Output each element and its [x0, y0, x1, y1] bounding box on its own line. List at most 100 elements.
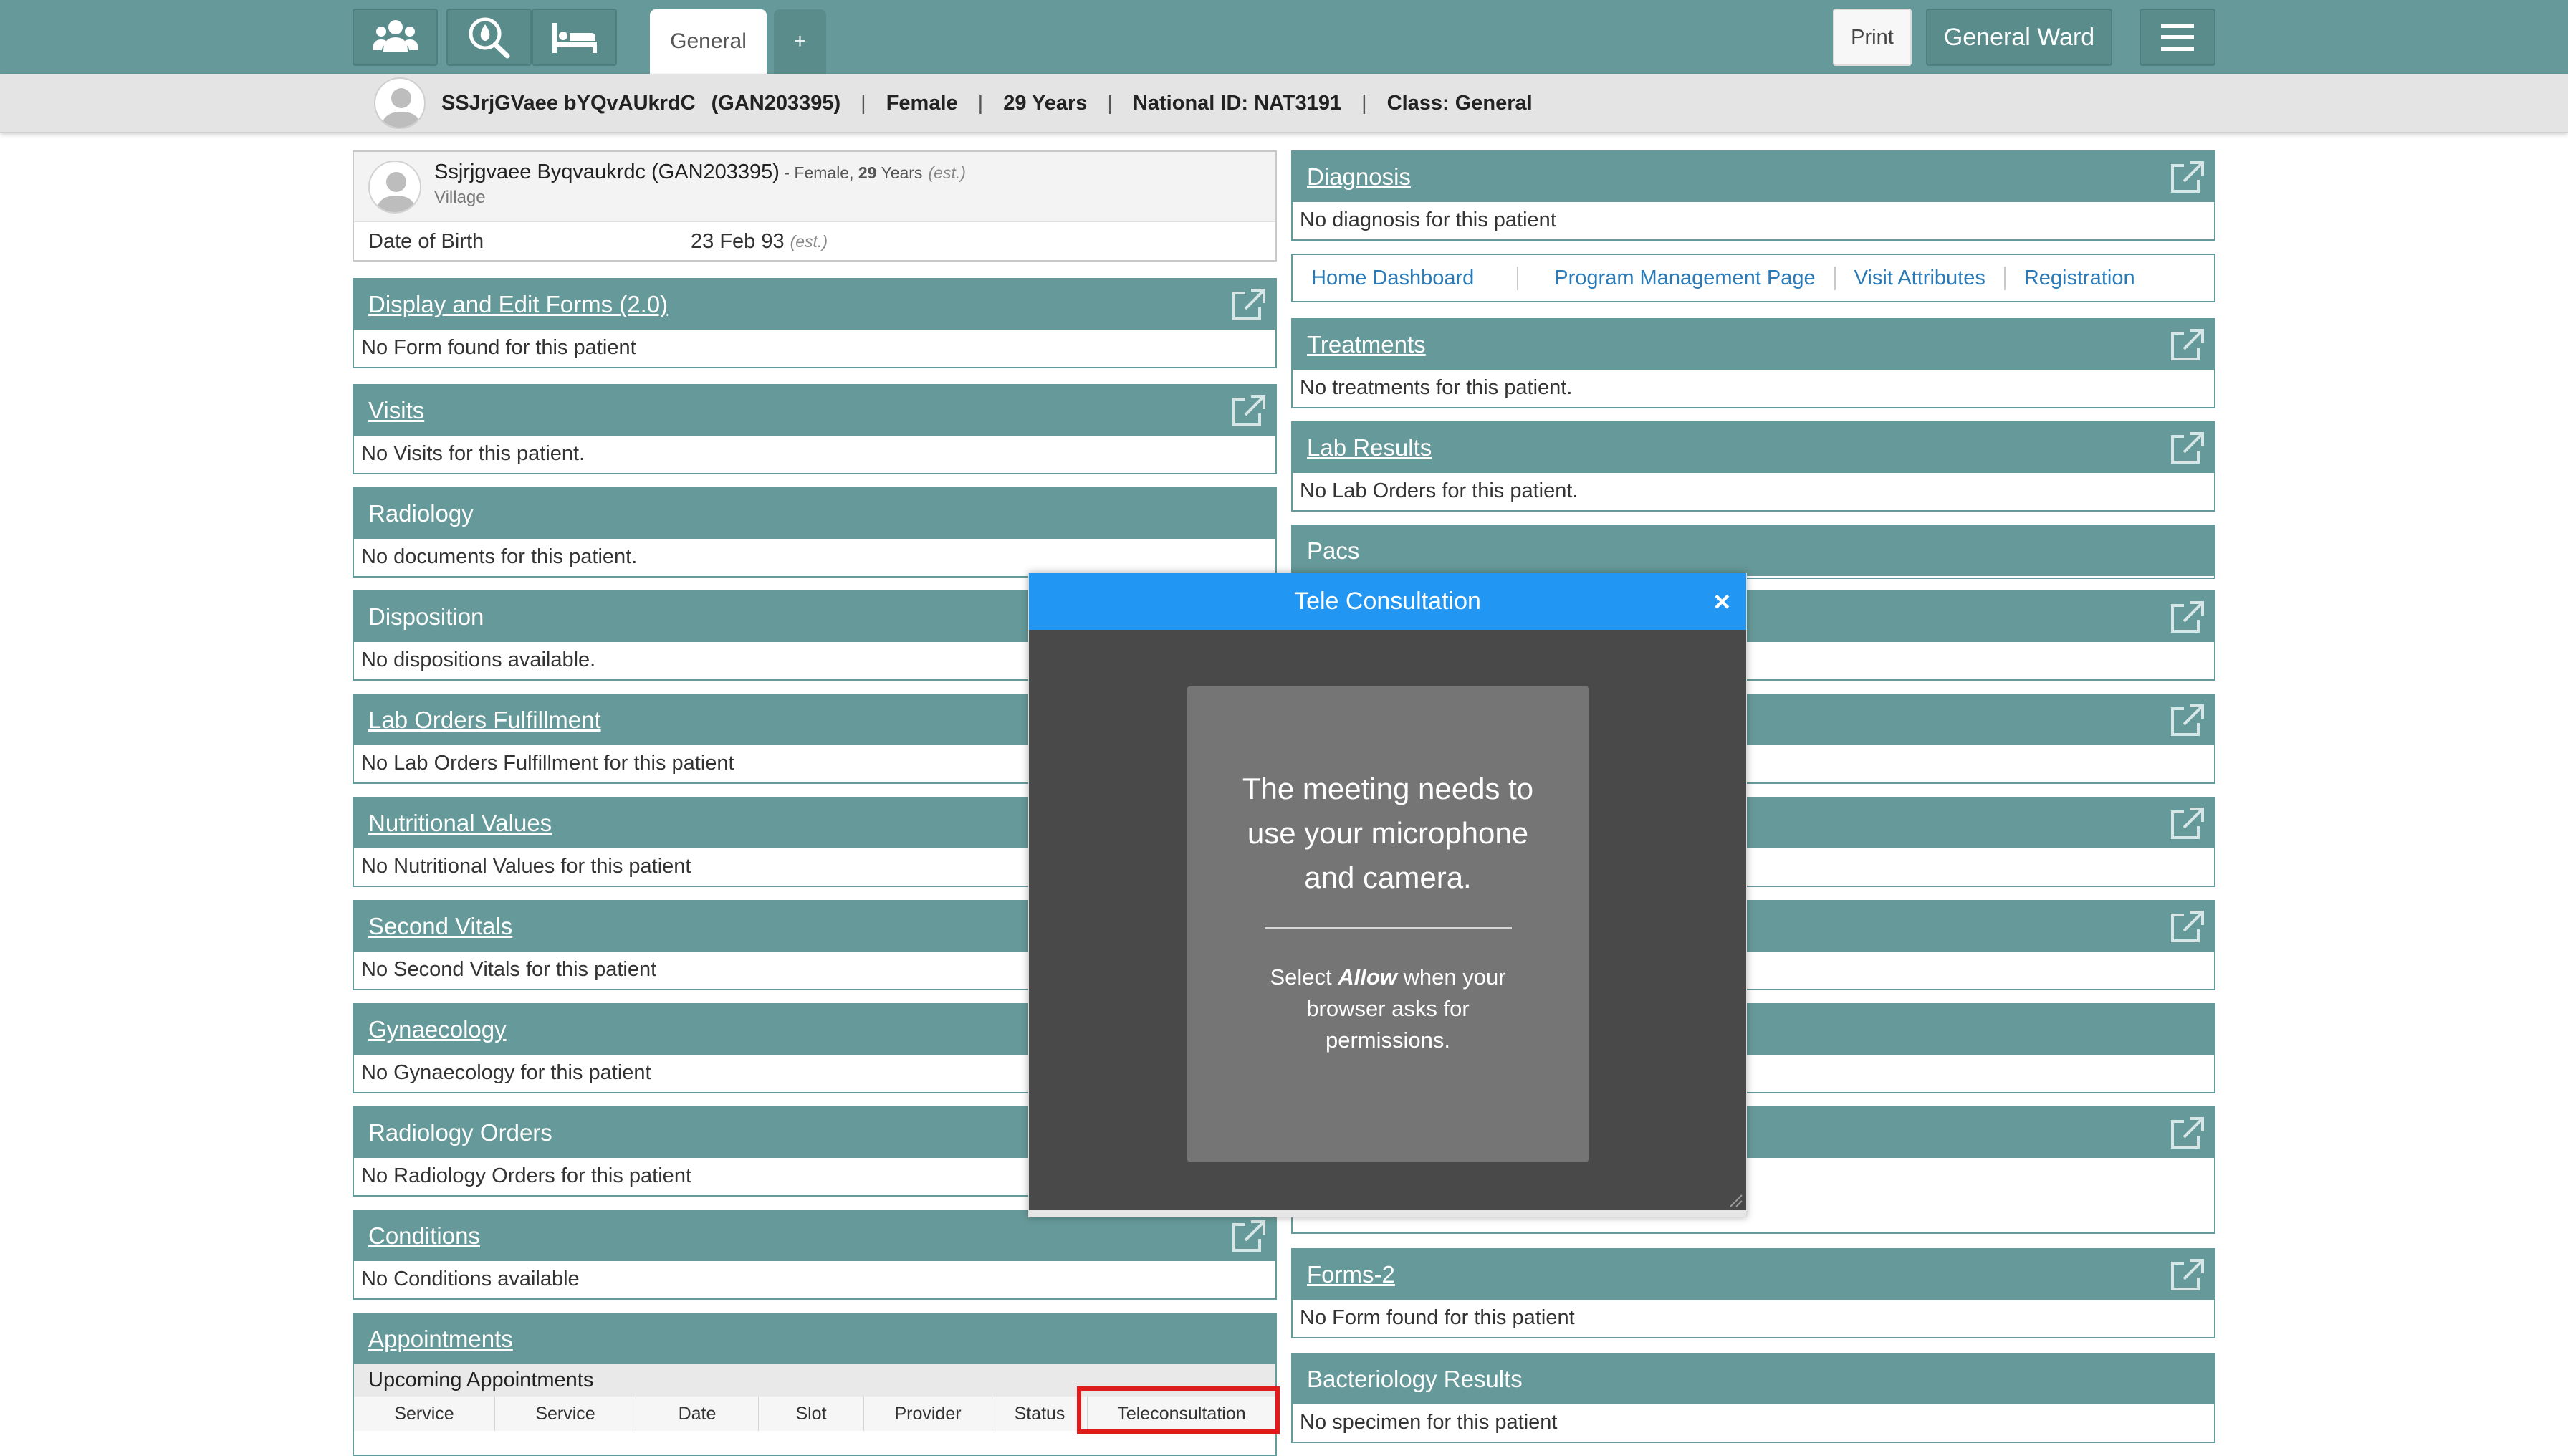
display-edit-forms-title[interactable]: Display and Edit Forms (2.0) [368, 291, 668, 318]
hamburger-menu-icon [2161, 24, 2194, 51]
print-label: Print [1851, 25, 1894, 49]
quick-links-bar: Home Dashboard Program Management Page V… [1291, 254, 2215, 302]
patient-summary-avatar [368, 161, 421, 214]
instruction-prefix: Select [1270, 964, 1338, 990]
display-edit-forms-panel: Display and Edit Forms (2.0) No Form fou… [353, 278, 1277, 368]
external-link-icon[interactable] [1230, 393, 1267, 428]
patient-class: Class: General [1386, 91, 1533, 115]
registration-link[interactable]: Registration [2006, 267, 2154, 290]
patient-gender: Female [886, 91, 958, 115]
patient-avatar [374, 77, 426, 129]
instruction-allow: Allow [1338, 964, 1397, 990]
column-header: Service [495, 1397, 636, 1431]
add-tab-button[interactable]: + [774, 9, 826, 74]
dob-est: (est.) [790, 232, 828, 251]
resize-handle-icon[interactable] [1728, 1192, 1743, 1208]
conditions-body: No Conditions available [361, 1268, 580, 1290]
bacteriology-results-panel: Bacteriology Results No specimen for thi… [1291, 1353, 2215, 1443]
radiology-body: No documents for this patient. [361, 545, 638, 568]
display-edit-forms-body: No Form found for this patient [361, 336, 636, 359]
user-avatar-icon [376, 172, 416, 212]
permission-message: The meeting needs to use your microphone… [1242, 772, 1534, 894]
pacs-panel: Pacs [1291, 525, 2215, 579]
external-link-icon[interactable] [2168, 160, 2205, 194]
card-divider [1264, 927, 1512, 929]
column-header: Service [354, 1397, 495, 1431]
forms-2-panel: Forms-2 No Form found for this patient [1291, 1248, 2215, 1338]
separator: | [861, 91, 866, 115]
visits-panel: Visits No Visits for this patient. [353, 384, 1277, 474]
nutritional-values-title[interactable]: Nutritional Values [368, 810, 552, 837]
second-vitals-title[interactable]: Second Vitals [368, 913, 512, 940]
print-button[interactable]: Print [1833, 9, 1912, 66]
forms-2-body: No Form found for this patient [1300, 1306, 1575, 1329]
external-link-icon[interactable] [2168, 909, 2205, 944]
external-link-icon[interactable] [2168, 806, 2205, 840]
appointments-panel: Appointments Upcoming Appointments Servi… [353, 1313, 1277, 1456]
column-header: Provider [864, 1397, 992, 1431]
external-link-icon[interactable] [2168, 703, 2205, 737]
external-link-icon[interactable] [2168, 1116, 2205, 1150]
external-link-icon[interactable] [1230, 287, 1267, 322]
gynaecology-title[interactable]: Gynaecology [368, 1016, 507, 1043]
patient-age: 29 Years [1003, 91, 1088, 115]
diagnosis-title[interactable]: Diagnosis [1307, 163, 1411, 191]
dob-label: Date of Birth [368, 230, 484, 253]
user-avatar-icon [381, 88, 421, 128]
patients-button[interactable] [353, 9, 438, 66]
bed-management-button[interactable] [532, 9, 617, 66]
ward-label: General Ward [1943, 23, 2095, 51]
summary-age-unit: Years [876, 163, 923, 182]
teleconsultation-highlight [1077, 1386, 1280, 1434]
dob-value: 23 Feb 93 [691, 230, 785, 253]
modal-footer-strip [1029, 1210, 1746, 1217]
top-navigation-bar: General + Print General Ward [0, 0, 2568, 74]
patient-info-bar: SSJrjGVaee bYQvAUkrdC (GAN203395) | Fema… [0, 74, 2568, 133]
permission-instruction: Select Allow when your browser asks for … [1245, 962, 1531, 1056]
visit-attributes-link[interactable]: Visit Attributes [1836, 266, 2006, 290]
conditions-title[interactable]: Conditions [368, 1222, 480, 1250]
lab-results-body: No Lab Orders for this patient. [1300, 479, 1578, 502]
lab-orders-fulfillment-title[interactable]: Lab Orders Fulfillment [368, 707, 601, 734]
modal-title: Tele Consultation [1294, 588, 1481, 615]
search-patient-icon [469, 17, 509, 59]
column-header: Status [992, 1397, 1088, 1431]
summary-age-est: (est.) [928, 163, 966, 182]
tab-general[interactable]: General [650, 9, 767, 74]
external-link-icon[interactable] [2168, 327, 2205, 362]
patient-summary-panel: Ssjrjgvaee Byqvaukrdc (GAN203395) - Fema… [353, 150, 1277, 262]
external-link-icon[interactable] [1230, 1219, 1267, 1253]
conditions-panel: Conditions No Conditions available [353, 1210, 1277, 1300]
separator: | [1361, 91, 1367, 115]
treatments-body: No treatments for this patient. [1300, 376, 1573, 399]
search-patient-button[interactable] [446, 9, 532, 66]
visits-body: No Visits for this patient. [361, 442, 585, 465]
modal-header: Tele Consultation × [1029, 573, 1746, 630]
external-link-icon[interactable] [2168, 431, 2205, 465]
external-link-icon[interactable] [2168, 600, 2205, 634]
bacteriology-results-title: Bacteriology Results [1307, 1366, 1523, 1392]
forms-2-title[interactable]: Forms-2 [1307, 1261, 1395, 1288]
diagnosis-body: No diagnosis for this patient [1300, 209, 1556, 231]
summary-gender: - Female, [779, 163, 858, 182]
bed-icon [552, 23, 597, 53]
radiology-panel: Radiology No documents for this patient. [353, 487, 1277, 578]
summary-address: Village [434, 188, 486, 207]
lab-results-title[interactable]: Lab Results [1307, 434, 1432, 461]
patients-icon [372, 20, 418, 52]
program-management-link[interactable]: Program Management Page [1518, 266, 1836, 290]
patient-name: SSJrjGVaee bYQvAUkrdC [441, 91, 696, 115]
home-dashboard-link[interactable]: Home Dashboard [1293, 266, 1519, 290]
disposition-title: Disposition [368, 603, 484, 630]
hamburger-menu-button[interactable] [2140, 9, 2215, 66]
close-icon[interactable]: × [1714, 586, 1730, 618]
visits-title[interactable]: Visits [368, 397, 424, 424]
lab-results-panel: Lab Results No Lab Orders for this patie… [1291, 421, 2215, 512]
summary-age-number: 29 [858, 163, 877, 182]
appointments-title[interactable]: Appointments [368, 1326, 513, 1353]
permission-card: The meeting needs to use your microphone… [1187, 686, 1589, 1162]
ward-button[interactable]: General Ward [1926, 9, 2112, 66]
treatments-title[interactable]: Treatments [1307, 331, 1426, 358]
external-link-icon[interactable] [2168, 1258, 2205, 1292]
add-tab-label: + [793, 29, 807, 53]
